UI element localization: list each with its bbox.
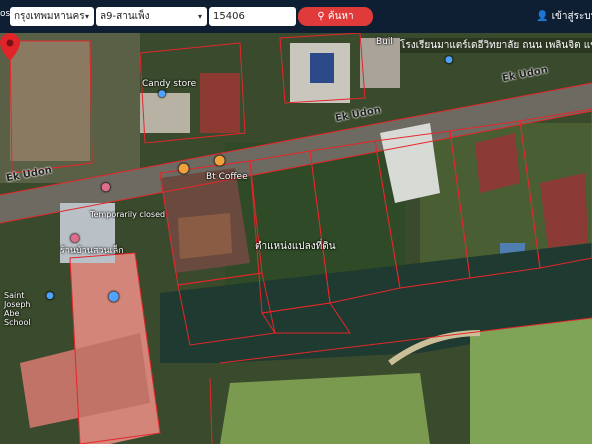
login-label: เข้าสู่ระบบ/ล bbox=[551, 11, 592, 22]
postcode-value: 15406 bbox=[213, 11, 245, 22]
filter-label: os bbox=[0, 9, 11, 19]
cafe-icon[interactable]: ● bbox=[214, 153, 225, 168]
district-select[interactable]: ล9-สานเพ็ง ▾ bbox=[96, 7, 207, 26]
top-search-bar: os กรุงเทพมหานคร ▾ ล9-สานเพ็ง ▾ 15406 ⚲ … bbox=[0, 0, 592, 33]
user-icon: 👤 bbox=[536, 11, 549, 22]
shop-icon[interactable]: ● bbox=[101, 180, 111, 193]
search-icon: ⚲ bbox=[317, 11, 325, 22]
cafe-icon[interactable]: ● bbox=[178, 161, 189, 176]
satellite-map[interactable]: Ek Udon Ek Udon Ek Udon Buil Candy store… bbox=[0, 33, 592, 444]
district-value: ล9-สานเพ็ง bbox=[100, 11, 150, 22]
chevron-down-icon: ▾ bbox=[197, 12, 202, 21]
place-label-shop: ร้านบ้านสวนเล็ก bbox=[60, 246, 124, 256]
province-select[interactable]: กรุงเทพมหานคร ▾ bbox=[10, 7, 94, 26]
chevron-down-icon: ▾ bbox=[84, 12, 89, 21]
location-pin-icon[interactable]: ● bbox=[108, 289, 119, 304]
plot-location-pin-icon[interactable] bbox=[0, 33, 20, 61]
location-pin-icon[interactable]: ● bbox=[158, 89, 166, 99]
search-button[interactable]: ⚲ ค้นหา bbox=[298, 7, 373, 26]
plot-location-label: ตำแหน่งแปลงที่ดิน bbox=[255, 241, 336, 252]
place-label-build: Buil bbox=[376, 37, 393, 47]
place-label-school: Saint Joseph Abe School bbox=[4, 291, 31, 327]
place-label-closed: Temporarily closed bbox=[90, 210, 166, 219]
search-button-label: ค้นหา bbox=[327, 11, 354, 22]
location-pin-icon[interactable]: ● bbox=[445, 55, 453, 65]
top-place-label: โรงเรียนมาแตร์เดอีวิทยาลัย ถนน เพลินจิต … bbox=[400, 38, 592, 53]
place-label-bt-coffee: Bt Coffee bbox=[206, 172, 248, 182]
postcode-input[interactable]: 15406 bbox=[209, 7, 296, 26]
province-value: กรุงเทพมหานคร bbox=[14, 11, 85, 22]
place-label-candy: Candy store bbox=[142, 79, 197, 89]
login-link[interactable]: 👤 เข้าสู่ระบบ/ล bbox=[536, 9, 592, 24]
